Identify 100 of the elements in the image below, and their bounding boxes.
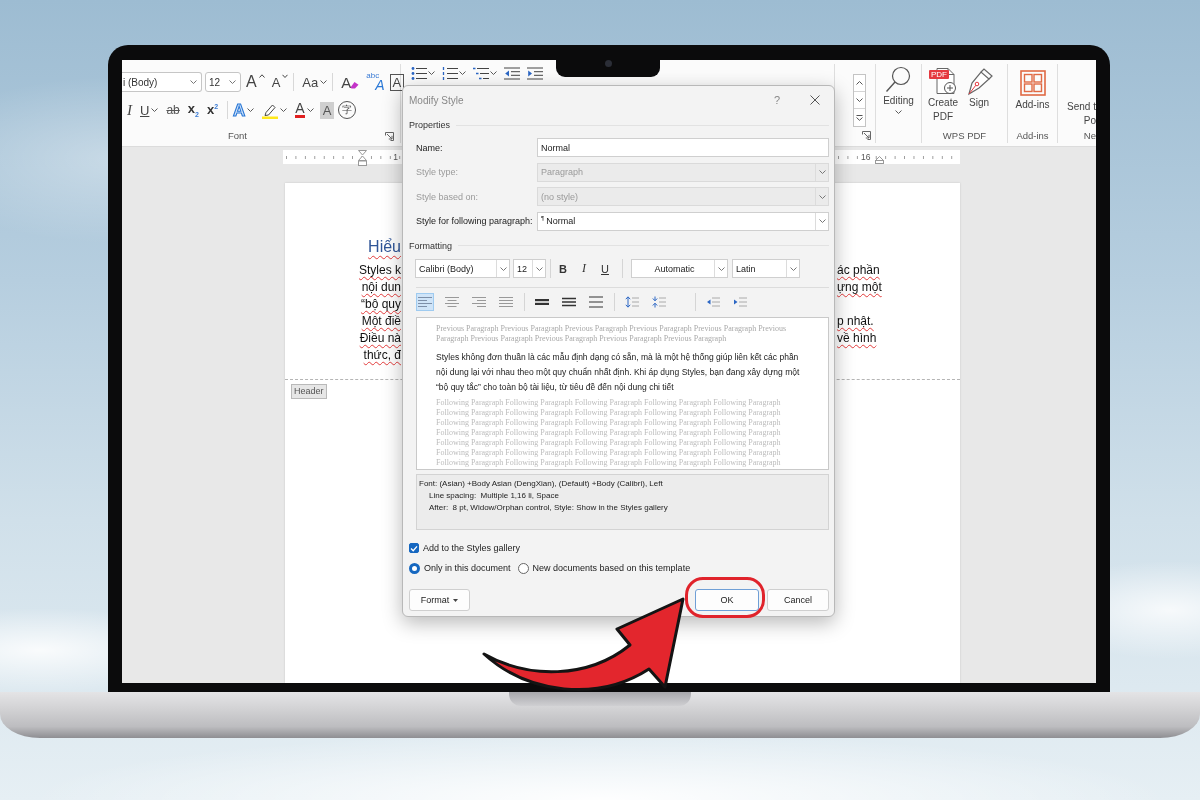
add-ins-button[interactable]: Add-ins [1014,64,1051,112]
radio-label: New documents based on this template [532,563,691,573]
camera-icon [604,60,612,67]
font-dropdown[interactable]: Calibri (Body) [415,259,510,278]
italic-button[interactable]: I [576,259,592,278]
description-line: Line spacing: Multiple 1,16 li, Space [429,490,559,502]
body-text: p nhật. [837,313,874,330]
dialog-launcher-icon[interactable] [385,131,394,141]
increase-spacing-button[interactable] [623,293,641,311]
grow-font-button[interactable]: A [244,72,267,92]
script-dropdown[interactable]: Latin [732,259,800,278]
font-color-dropdown[interactable]: Automatic [631,259,728,278]
radio-button[interactable] [517,562,529,574]
caret-icon [895,110,902,114]
font-name-dropdown[interactable]: i (Body) [122,72,202,92]
character-border-button[interactable]: A [389,73,405,91]
body-text: ựng một [837,279,882,296]
indent-marker-icon[interactable] [875,156,885,164]
increase-spacing-icon [625,296,639,308]
align-right-icon [472,296,486,308]
one-half-spacing-icon [562,296,576,308]
chevron-down-icon [190,80,197,84]
heading-text: Hiểu [368,237,401,257]
dialog-launcher-icon[interactable] [862,130,871,140]
align-left-icon [418,296,432,308]
caret-down-icon [282,74,289,78]
align-left-button[interactable] [416,293,434,311]
header-tag: Header [291,384,327,399]
grid-icon [1019,70,1046,96]
multilevel-list-icon [473,66,489,80]
close-icon [810,95,820,105]
previous-paragraph-text: Previous Paragraph Previous Paragraph Previous Paragraph Previous Paragraph Previous Paragraph Previous Paragraph Previous Paragraph Previous Paragraph Previous Paragraph Previous Paragraph [436,324,788,344]
section-heading: Properties [409,120,451,130]
chevron-down-icon [856,98,863,102]
section-heading: Formatting [409,240,452,251]
group-label: Ne [1083,129,1096,143]
editing-button[interactable]: Editing [882,64,915,114]
radio-button[interactable] [409,562,420,574]
decrease-indent-icon [504,66,520,80]
sample-paragraph-text: Styles không đơn thuần là các mẫu định dạng có sẵn, mà là một hệ thống giúp liên kết các phần nội dung lại với nhau theo một quy chuẩn nhất định. Khi áp dụng Styles, bạn đang xây dựng một “bộ quy tắc” cho toàn bộ tài liệu, từ tiêu đề đến nội dung chi tiết [436,351,801,394]
double-spacing-button[interactable] [587,293,605,311]
font-size-dropdown[interactable]: 12 [205,72,241,92]
checkbox-label: Add to the Styles gallery [423,543,521,553]
sign-button[interactable]: Sign [964,64,994,124]
search-icon [885,66,912,94]
body-text: “bộ quy [360,296,401,313]
decrease-indent-button[interactable] [502,64,522,82]
format-button[interactable]: Format [409,589,470,611]
change-case-button[interactable]: Aa [300,72,330,92]
align-center-icon [445,296,459,308]
pdf-badge: PDF [929,70,949,79]
ruler-number: 1 [392,152,399,162]
cancel-button[interactable]: Cancel [767,589,829,611]
checkbox[interactable] [409,543,419,553]
body-text: ác phần [837,262,880,279]
character-shading-button[interactable]: A [319,101,335,119]
bold-button[interactable]: B [555,259,571,278]
strikethrough-button[interactable]: ab [164,100,182,120]
chevron-down-icon [717,266,725,271]
caret-up-icon [258,74,265,78]
italic-button[interactable]: I [125,100,134,120]
single-spacing-icon [535,296,549,308]
double-spacing-icon [589,296,603,308]
body-text: Một điề [361,313,401,330]
bullets-button[interactable] [409,64,437,82]
indent-marker-icon[interactable] [358,150,367,166]
clear-formatting-button[interactable]: A [339,72,362,92]
body-text: nội dun [361,279,401,296]
field-label: Style type: [416,167,459,177]
chevron-down-icon [818,219,826,223]
eraser-icon [350,81,360,89]
send-to-button[interactable]: Send t Po [1066,98,1096,128]
increase-indent-icon [733,296,747,308]
radio-label: Only in this document [424,563,511,573]
checkmark-icon [410,544,418,552]
expand-icon [856,114,863,121]
description-line: Font: (Asian) +Body Asian (DengXian), (Default) +Body (Calibri), Left [419,478,663,490]
numbered-list-icon [442,66,458,80]
decrease-spacing-icon [652,296,666,308]
create-pdf-button[interactable]: PDF Create PDF [927,64,959,124]
underline-button[interactable]: U [138,100,161,120]
numbering-button[interactable] [440,64,468,82]
dialog-title: Modify Style [409,94,464,106]
font-color-button[interactable]: A [293,100,316,120]
ruler-number: 16 [860,152,872,162]
font-size-dropdown[interactable]: 12 [513,259,546,278]
group-label: WPS PDF [942,129,987,143]
body-text: Styles k [359,262,401,279]
underline-button[interactable]: U [597,259,613,278]
text-field[interactable]: Normal [537,138,829,157]
superscript-button[interactable]: x$^{2}$ [204,100,221,120]
justify-icon [499,296,513,308]
shrink-font-button[interactable]: A [269,72,291,92]
subscript-button[interactable]: x$_{2}$ [185,100,201,120]
group-label: Font [228,129,247,143]
caret-icon [453,598,459,602]
field-label: Name: [416,142,443,153]
field-label: Style for following paragraph: [416,216,533,226]
increase-indent-button[interactable] [525,64,545,82]
ok-button[interactable]: OK [695,589,759,611]
